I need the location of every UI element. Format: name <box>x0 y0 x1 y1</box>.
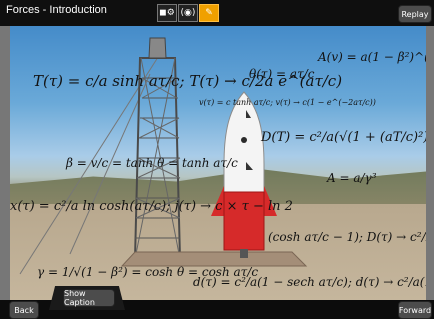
equation-theta: θ(τ) = aτ/c <box>249 67 315 81</box>
window-frame: T(τ) = c/a sinh aτ/c; T(τ) → c/2a e^(aτ/… <box>0 0 434 319</box>
tool-icon-1: ◼⚙ <box>159 8 175 18</box>
show-caption-button[interactable]: Show Caption <box>63 289 115 307</box>
equation-beta: β = v/c = tanh θ = tanh aτ/c <box>66 156 238 170</box>
rocket-scene: T(τ) = c/a sinh aτ/c; T(τ) → c/2a e^(aτ/… <box>10 14 426 310</box>
back-button[interactable]: Back <box>9 301 39 319</box>
pencil-icon: ✎ <box>205 8 213 18</box>
forward-button[interactable]: Forward <box>398 301 432 319</box>
equation-distance-sech: d(τ) = c²/a(1 − sech aτ/c); d(τ) → c²/a(… <box>193 275 426 289</box>
tool-button-2[interactable]: (◉) <box>178 4 198 22</box>
tool-icon-2: (◉) <box>180 8 196 18</box>
equation-distance: D(T) = c²/a(√(1 + (aT/c)²) − 1) <box>261 130 426 145</box>
page-title: Forces - Introduction <box>6 4 107 16</box>
equation-distance-limit: (cosh aτ/c − 1); D(τ) → c²/2a e^(aτ/c) <box>268 230 426 244</box>
equation-velocity: v(τ) = c tanh aτ/c; v(τ) → c(1 − e^(−2aτ… <box>199 98 376 107</box>
tool-button-1[interactable]: ◼⚙ <box>157 4 177 22</box>
equation-acceleration: A(v) = a(1 − β²)^(3/2) <box>318 50 426 64</box>
top-toolbar: Forces - Introduction ◼⚙ (◉) ✎ Replay <box>0 0 434 26</box>
equation-acceleration-ratio: A = a/γ³ <box>327 171 377 185</box>
replay-button[interactable]: Replay <box>398 5 432 23</box>
launch-pad <box>120 251 308 267</box>
tool-button-3[interactable]: ✎ <box>199 4 219 22</box>
equation-position: x(τ) = c²/a ln cosh(aτ/c); j(τ) → c × τ … <box>10 199 293 214</box>
